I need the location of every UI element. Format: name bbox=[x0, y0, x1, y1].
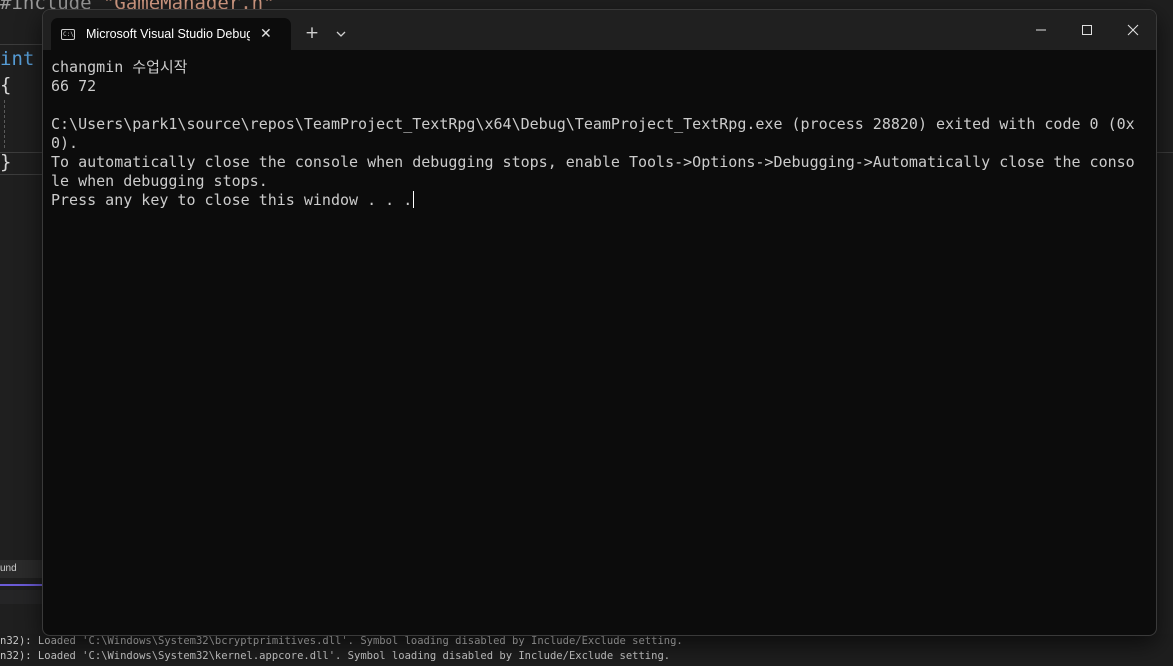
close-window-button[interactable] bbox=[1110, 14, 1156, 46]
ide-divider bbox=[0, 44, 42, 45]
console-line: C:\Users\park1\source\repos\TeamProject_… bbox=[51, 115, 1135, 133]
title-bar[interactable]: C:\ Microsoft Visual Studio Debug ✕ + bbox=[43, 10, 1156, 50]
output-panel[interactable]: n32): Loaded 'C:\Windows\System32\bcrypt… bbox=[0, 634, 1173, 666]
code-open-brace: { bbox=[0, 74, 12, 96]
text-cursor bbox=[413, 191, 415, 208]
console-line: changmin 수업시작 bbox=[51, 58, 188, 76]
minimize-icon bbox=[1036, 29, 1046, 31]
tab-debug-console[interactable]: C:\ Microsoft Visual Studio Debug ✕ bbox=[51, 18, 291, 50]
console-icon: C:\ bbox=[61, 28, 75, 40]
console-output[interactable]: changmin 수업시작 66 72 C:\Users\park1\sourc… bbox=[51, 58, 1141, 210]
console-line: 66 72 bbox=[51, 77, 97, 95]
output-panel-header bbox=[0, 590, 42, 604]
output-line: n32): Loaded 'C:\Windows\System32\bcrypt… bbox=[0, 635, 683, 647]
find-results-label: und bbox=[0, 563, 17, 574]
code-int-keyword: int bbox=[0, 48, 35, 70]
console-line: To automatically close the console when … bbox=[51, 153, 1135, 171]
code-close-brace: } bbox=[0, 151, 12, 173]
new-tab-button[interactable]: + bbox=[301, 22, 323, 44]
chevron-down-icon[interactable] bbox=[331, 24, 351, 44]
find-results-bar: und bbox=[0, 560, 42, 578]
ide-divider bbox=[1155, 152, 1173, 153]
indent-guide bbox=[4, 100, 5, 148]
maximize-icon bbox=[1082, 25, 1092, 35]
close-icon bbox=[1127, 24, 1139, 36]
ide-divider bbox=[0, 174, 42, 175]
ide-right-strip bbox=[1155, 0, 1173, 666]
ide-divider bbox=[0, 152, 42, 153]
minimize-button[interactable] bbox=[1018, 14, 1064, 46]
tab-close-icon[interactable]: ✕ bbox=[260, 26, 272, 42]
terminal-window[interactable]: C:\ Microsoft Visual Studio Debug ✕ + ch… bbox=[42, 9, 1157, 636]
console-prompt-line: Press any key to close this window . . . bbox=[51, 191, 1141, 210]
console-line: le when debugging stops. bbox=[51, 172, 268, 190]
console-line: 0). bbox=[51, 134, 79, 152]
output-line: n32): Loaded 'C:\Windows\System32\kernel… bbox=[0, 650, 671, 662]
tab-title: Microsoft Visual Studio Debug bbox=[86, 27, 250, 41]
console-prompt-text: Press any key to close this window . . . bbox=[51, 191, 413, 209]
maximize-button[interactable] bbox=[1064, 14, 1110, 46]
